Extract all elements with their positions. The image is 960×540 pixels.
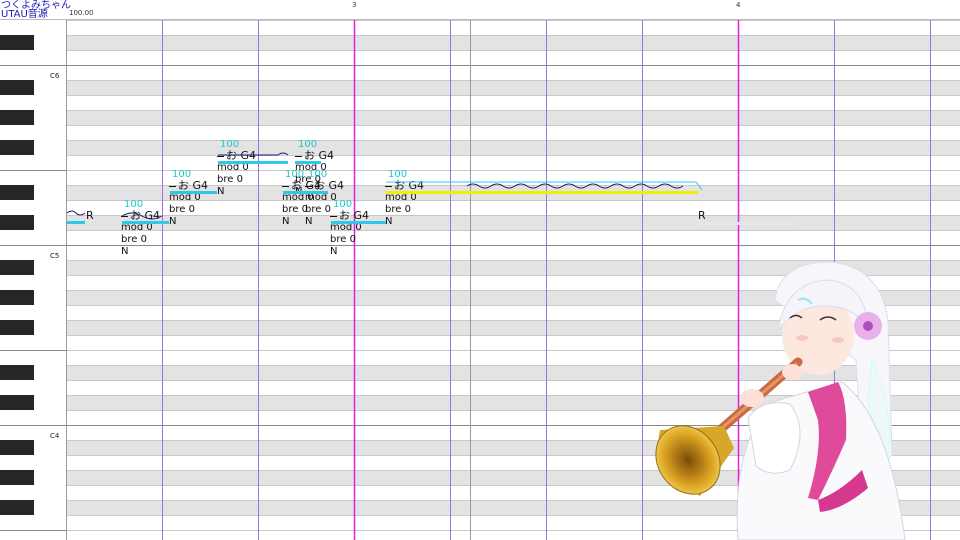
character-illustration xyxy=(655,261,906,540)
piano-roll-editor: つくよみちゃん UTAU音源 100.00 3 4 C6 C5 C4 R 100… xyxy=(0,0,960,540)
